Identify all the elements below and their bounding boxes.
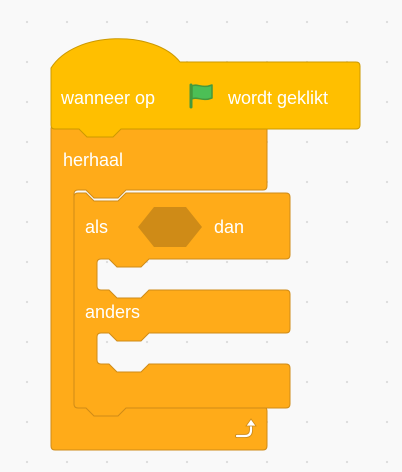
hat-text-after: wordt geklikt (227, 88, 328, 108)
then-label: dan (214, 217, 244, 237)
when-flag-clicked-block[interactable]: wanneer op wordt geklikt (50, 38, 361, 138)
else-label: anders (85, 302, 140, 322)
if-label: als (85, 217, 108, 237)
code-workspace[interactable]: herhaal als dan anders wanneer op wordt … (0, 0, 402, 472)
repeat-block-label: herhaal (63, 150, 123, 170)
hat-text-before: wanneer op (60, 88, 155, 108)
if-else-block[interactable]: als dan anders (73, 192, 291, 417)
script-stack: herhaal als dan anders wanneer op wordt … (50, 38, 361, 451)
